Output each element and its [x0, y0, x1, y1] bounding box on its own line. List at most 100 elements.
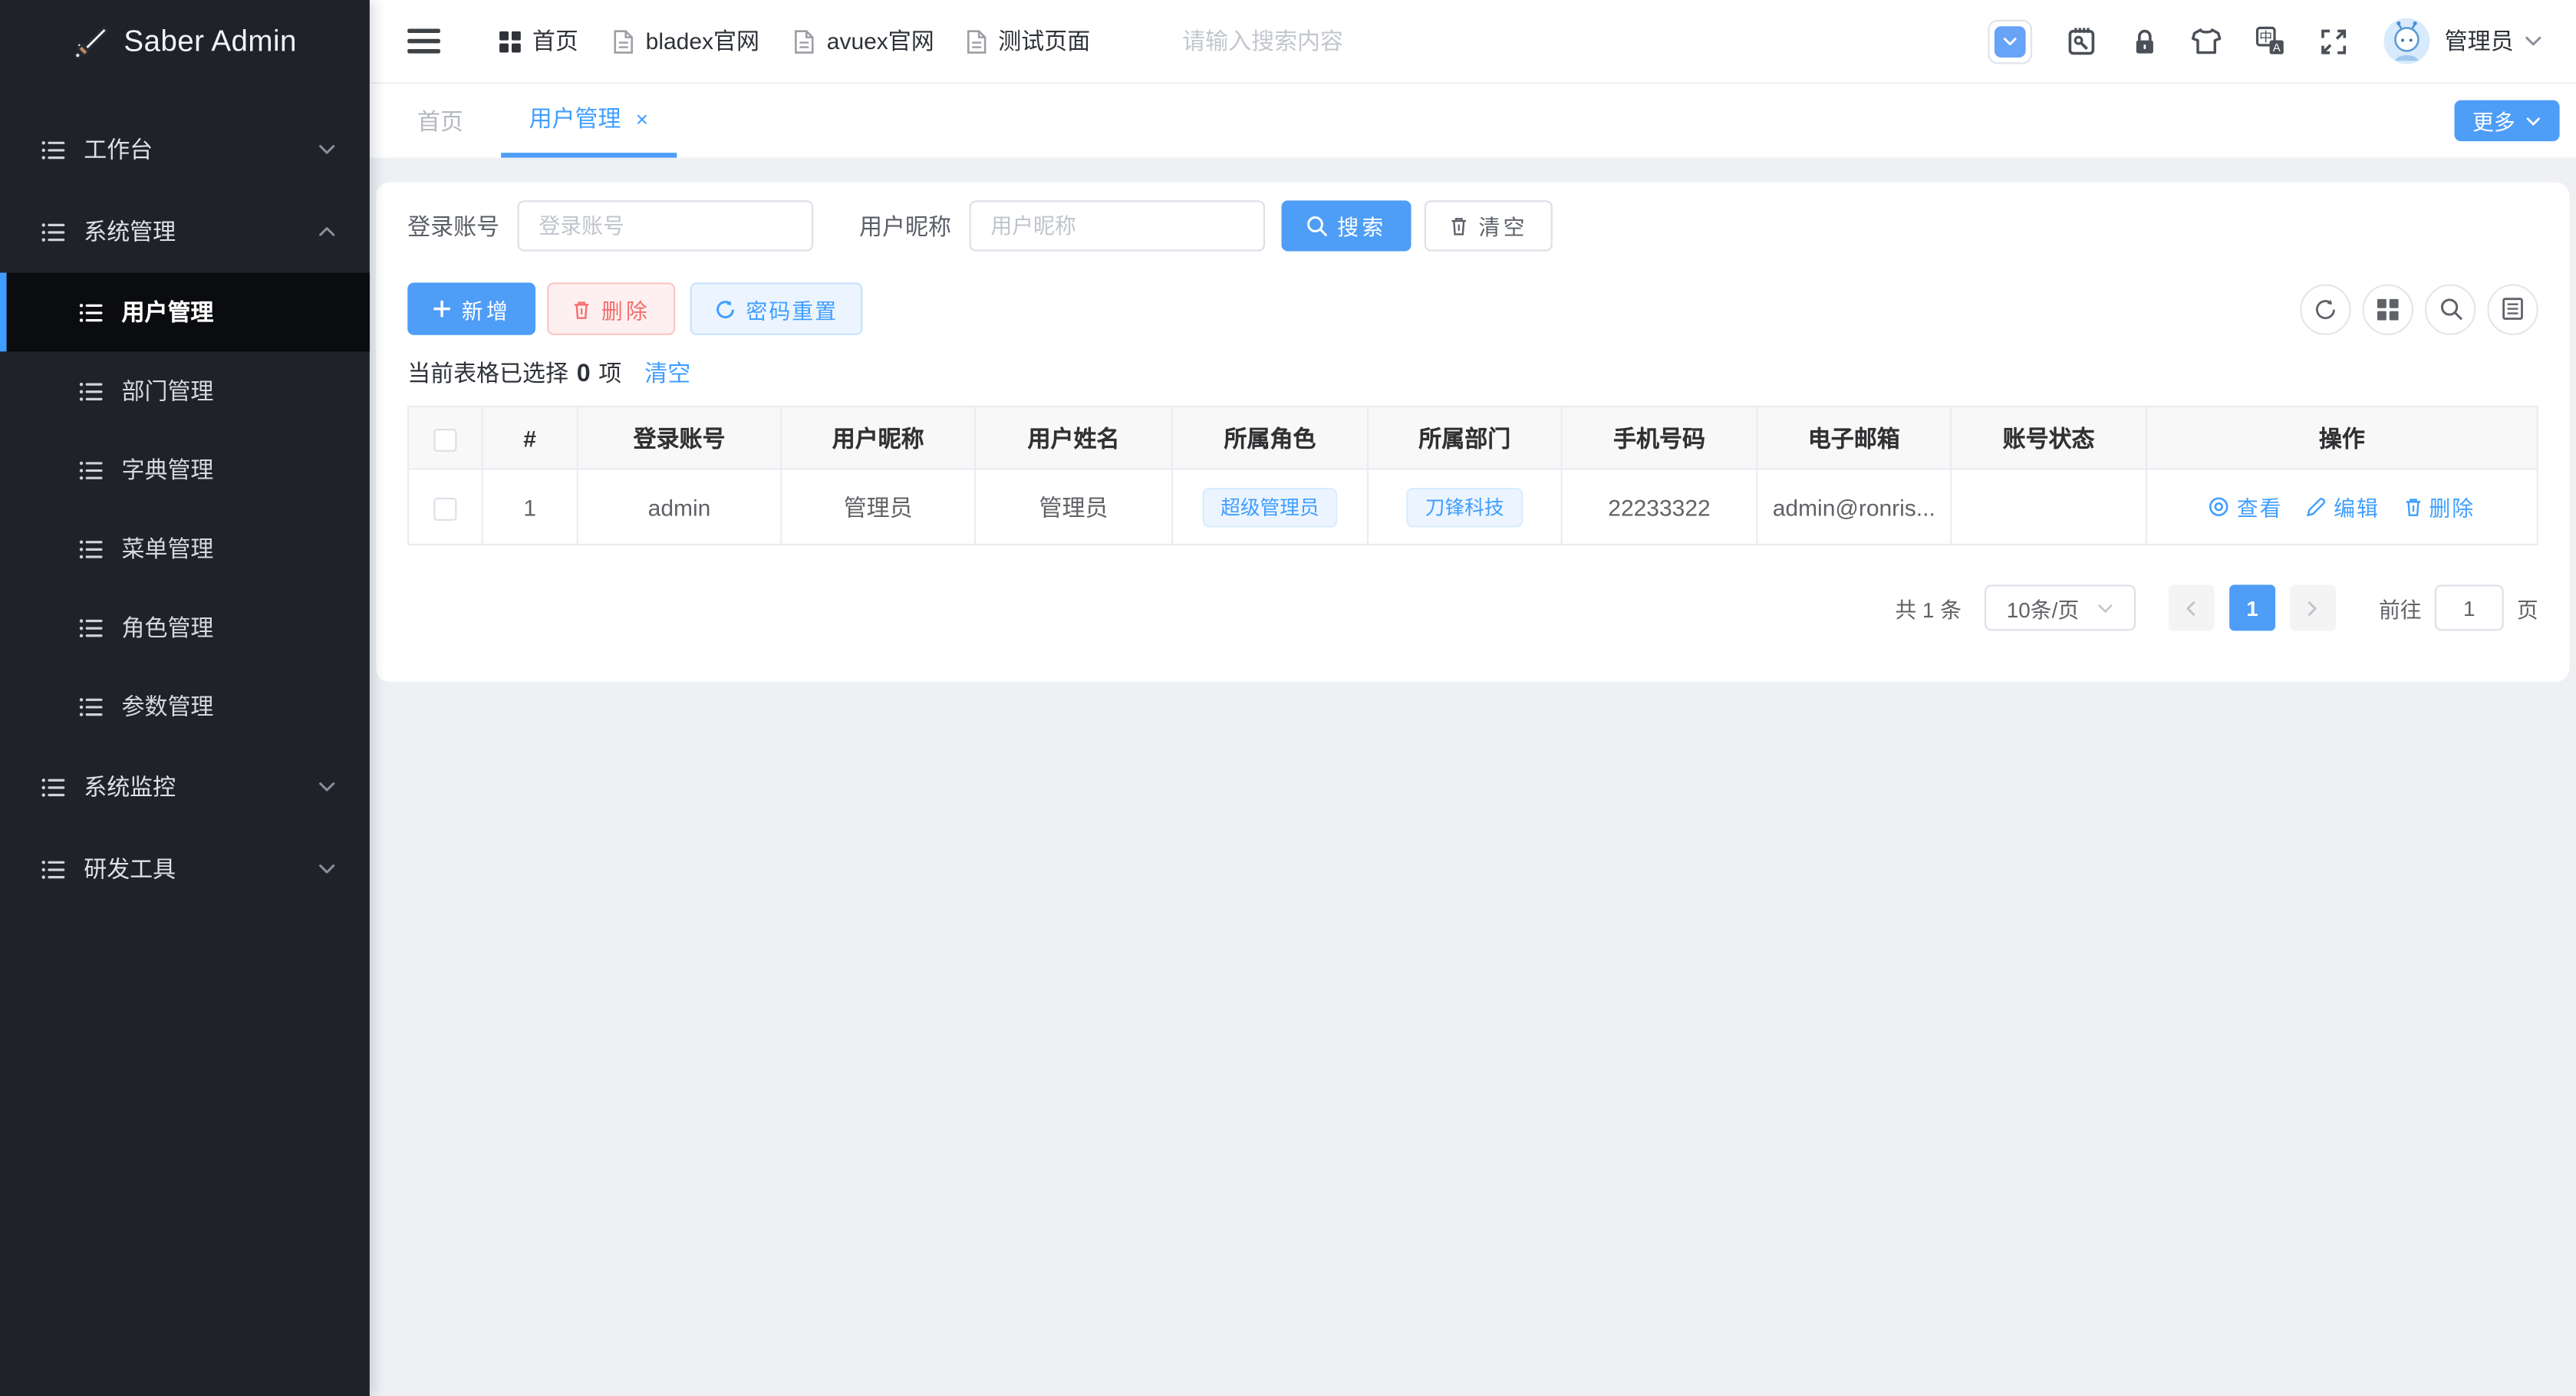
sidebar-item-workbench[interactable]: 工作台	[0, 108, 370, 190]
topnav-test-page[interactable]: 测试页面	[965, 25, 1090, 58]
document-icon	[965, 28, 987, 53]
sidebar-item-label: 系统管理	[84, 218, 176, 245]
app-logo[interactable]: Saber Admin	[0, 0, 370, 84]
chevron-down-icon	[2096, 599, 2114, 617]
sidebar-item-param-management[interactable]: 参数管理	[0, 667, 370, 746]
sidebar-item-dict-management[interactable]: 字典管理	[0, 430, 370, 509]
sidebar-item-label: 部门管理	[121, 377, 214, 404]
sidebar-item-dev-tools[interactable]: 研发工具	[0, 828, 370, 910]
collapse-menu-icon[interactable]	[407, 28, 440, 54]
lock-icon[interactable]	[2133, 27, 2157, 54]
sidebar-item-system-management[interactable]: 系统管理	[0, 190, 370, 272]
role-tag: 超级管理员	[1202, 486, 1338, 527]
sidebar-item-label: 菜单管理	[121, 535, 214, 562]
header-actions: 中A 管理员	[1988, 18, 2576, 64]
sidebar-item-user-management[interactable]: 用户管理	[0, 272, 370, 352]
row-checkbox[interactable]	[433, 497, 457, 521]
list-icon	[79, 457, 104, 482]
debug-toggle-button[interactable]	[1988, 18, 2033, 64]
prev-page-button[interactable]	[2168, 584, 2215, 631]
list-icon	[79, 615, 104, 640]
list-icon	[79, 300, 104, 324]
add-button[interactable]: 新增	[407, 282, 536, 335]
column-header: 账号状态	[1950, 405, 2148, 470]
goto-unit: 页	[2516, 597, 2538, 622]
topnav-home[interactable]: 首页	[499, 25, 578, 58]
user-name[interactable]: 管理员	[2445, 25, 2514, 58]
list-icon	[41, 219, 66, 244]
next-page-button[interactable]	[2290, 584, 2337, 631]
select-all-cell	[407, 405, 483, 470]
fullscreen-icon[interactable]	[2320, 27, 2347, 54]
app-title: Saber Admin	[124, 25, 297, 58]
column-settings-button[interactable]	[2362, 283, 2413, 334]
delete-link[interactable]: 删除	[2403, 491, 2475, 522]
tab-home[interactable]: 首页	[417, 84, 463, 157]
sidebar-item-menu-management[interactable]: 菜单管理	[0, 509, 370, 588]
sidebar-item-system-monitor[interactable]: 系统监控	[0, 746, 370, 828]
translate-icon[interactable]: 中A	[2255, 26, 2285, 56]
chevron-up-icon	[317, 222, 337, 242]
page-size-select[interactable]: 10条/页	[1984, 584, 2136, 631]
delete-label: 删除	[2429, 496, 2476, 521]
table-row: 1 admin 管理员 管理员 超级管理员 刀锋科技 22233322 admi…	[407, 468, 2538, 546]
sidebar-menu: 工作台 系统管理 用户管理 部门管理 字典管理 菜单管理 角色管理 参数管理 系…	[0, 84, 370, 910]
selection-clear-link[interactable]: 清空	[644, 357, 690, 390]
clipboard-tool-icon[interactable]	[2067, 26, 2097, 56]
selection-info: 当前表格已选择 0 项 清空	[407, 357, 2538, 390]
cell-dept: 刀锋科技	[1366, 468, 1563, 546]
grid-icon	[499, 30, 521, 52]
chevron-down-icon	[1994, 25, 2026, 57]
sidebar-item-dept-management[interactable]: 部门管理	[0, 351, 370, 430]
view-link[interactable]: 查看	[2209, 491, 2282, 522]
list-icon	[79, 536, 104, 561]
trash-icon	[572, 298, 591, 320]
sidebar-item-label: 字典管理	[121, 456, 214, 483]
theme-shirt-icon[interactable]	[2191, 28, 2222, 54]
list-icon	[79, 694, 104, 719]
document-icon	[794, 28, 815, 53]
reset-password-label: 密码重置	[746, 298, 838, 323]
chevron-down-icon	[317, 140, 337, 160]
page-content: 登录账号 用户昵称 搜索 清空	[369, 157, 2576, 1396]
reset-password-button[interactable]: 密码重置	[690, 282, 863, 335]
global-search-input[interactable]	[1182, 28, 1445, 54]
refresh-button[interactable]	[2300, 283, 2351, 334]
dept-tag: 刀锋科技	[1407, 486, 1523, 527]
tabs-more-button[interactable]: 更多	[2454, 100, 2560, 142]
edit-link[interactable]: 编辑	[2306, 491, 2380, 522]
close-icon[interactable]: ×	[636, 106, 648, 130]
user-avatar[interactable]	[2383, 18, 2430, 64]
cell-index: 1	[481, 468, 578, 546]
plus-icon	[432, 299, 452, 319]
chevron-down-icon	[317, 859, 337, 879]
search-button[interactable]: 搜索	[1281, 200, 1412, 252]
page-size-value: 10条/页	[2006, 597, 2080, 622]
filter-form: 登录账号 用户昵称 搜索 清空	[407, 200, 2538, 252]
goto-page-input[interactable]	[2434, 584, 2504, 631]
topnav-bladex[interactable]: bladex官网	[613, 25, 759, 58]
sidebar-item-role-management[interactable]: 角色管理	[0, 588, 370, 667]
list-icon	[41, 857, 66, 881]
account-label: 登录账号	[407, 212, 500, 239]
delete-button[interactable]: 删除	[547, 282, 676, 335]
log-list-button[interactable]	[2487, 283, 2538, 334]
tab-user-management[interactable]: 用户管理 ×	[501, 84, 677, 158]
nickname-input[interactable]	[969, 200, 1266, 252]
clear-button[interactable]: 清空	[1424, 200, 1553, 252]
search-toggle-button[interactable]	[2424, 283, 2476, 334]
account-input[interactable]	[517, 200, 814, 252]
cell-account: admin	[576, 468, 782, 546]
cell-phone: 22233322	[1560, 468, 1758, 546]
chevron-down-icon[interactable]	[2523, 31, 2543, 51]
column-header: 操作	[2145, 405, 2538, 470]
topnav-avuex[interactable]: avuex官网	[794, 25, 934, 58]
column-header: 所属部门	[1366, 405, 1563, 470]
list-icon	[41, 137, 66, 162]
select-all-checkbox[interactable]	[433, 428, 457, 452]
clear-button-label: 清空	[1478, 215, 1528, 240]
sidebar-item-label: 参数管理	[121, 693, 214, 720]
page-number-current[interactable]: 1	[2229, 584, 2276, 631]
column-header: 手机号码	[1560, 405, 1758, 470]
chevron-down-icon	[317, 777, 337, 797]
